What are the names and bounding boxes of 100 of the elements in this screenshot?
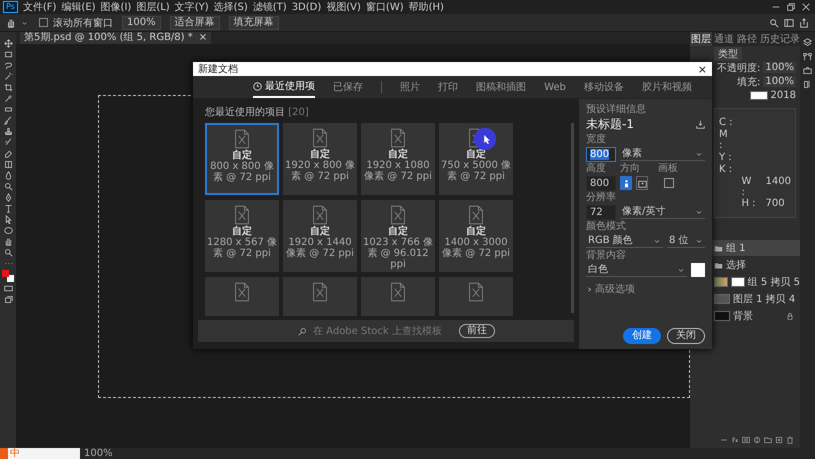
height-field[interactable]: 800 bbox=[586, 176, 616, 190]
search-icon[interactable] bbox=[769, 18, 779, 28]
stamp-icon[interactable] bbox=[4, 127, 12, 136]
menu-item[interactable]: 窗口(W) bbox=[366, 0, 404, 14]
arrow-select-icon[interactable] bbox=[4, 215, 12, 224]
fill-field[interactable]: 100% bbox=[763, 76, 796, 87]
crop-icon[interactable] bbox=[4, 83, 12, 92]
panel-tab[interactable]: 历史记录 bbox=[759, 32, 801, 46]
opacity-field[interactable]: 100% bbox=[763, 62, 796, 73]
search-field[interactable]: 在 Adobe Stock 上查找模板 bbox=[311, 324, 445, 338]
menu-item[interactable]: 滤镜(T) bbox=[252, 0, 287, 14]
menu-item[interactable]: 视图(V) bbox=[326, 0, 361, 14]
preset-card[interactable]: 自定 1920 x 1080 像素 @ 72 ppi bbox=[361, 123, 435, 195]
history-brush-icon[interactable] bbox=[4, 138, 12, 147]
artboard-checkbox[interactable] bbox=[664, 178, 674, 188]
category-tab[interactable]: Web bbox=[544, 76, 566, 98]
go-button[interactable]: 前往 bbox=[459, 324, 495, 338]
menu-item[interactable]: 图层(L) bbox=[136, 0, 170, 14]
app-logo[interactable]: Ps bbox=[3, 1, 18, 13]
preset-card[interactable]: 自定 1920 x 1440 像素 @ 72 ppi bbox=[283, 200, 357, 272]
category-tab[interactable]: 胶片和视频 bbox=[642, 76, 692, 98]
unit-dropdown[interactable]: 像素/英寸 bbox=[620, 205, 705, 219]
create-button[interactable]: 创建 bbox=[623, 328, 661, 344]
category-tab[interactable]: 移动设备 bbox=[584, 76, 624, 98]
category-tab[interactable]: 打印 bbox=[438, 76, 458, 98]
preset-card[interactable]: 自定 1920 x 800 像素 @ 72 ppi bbox=[283, 123, 357, 195]
document-name[interactable]: 未标题-1 bbox=[586, 116, 634, 133]
option-button[interactable]: 适合屏幕 bbox=[170, 16, 220, 30]
path-nodes-icon[interactable] bbox=[803, 52, 812, 61]
eyedropper-icon[interactable] bbox=[4, 94, 12, 103]
background-swatch[interactable] bbox=[7, 275, 14, 282]
type-tool-icon[interactable] bbox=[4, 204, 12, 213]
preset-card[interactable]: 自定 1023 x 766 像素 @ 96.012 ppi bbox=[361, 200, 435, 272]
info-value: 1400 bbox=[766, 176, 791, 189]
zoom-icon[interactable] bbox=[4, 248, 12, 257]
eraser-icon[interactable] bbox=[4, 149, 12, 158]
background-dropdown[interactable]: 白色 bbox=[586, 263, 687, 277]
panel-tab[interactable]: 路径 bbox=[736, 32, 758, 46]
screen-mode-icon[interactable] bbox=[4, 295, 12, 304]
menu-item[interactable]: 帮助(H) bbox=[408, 0, 444, 14]
move-icon[interactable] bbox=[4, 39, 12, 48]
layer-name[interactable]: 2018 bbox=[770, 90, 796, 101]
color-swatch[interactable] bbox=[691, 263, 705, 277]
resolution-field[interactable]: 72 bbox=[586, 204, 616, 220]
save-preset-icon[interactable] bbox=[696, 120, 705, 129]
layer-thumbnail bbox=[714, 294, 730, 304]
workspace-icon[interactable] bbox=[784, 18, 794, 28]
folder-icon[interactable] bbox=[764, 436, 772, 444]
drop-icon[interactable] bbox=[4, 171, 12, 180]
marquee-icon[interactable] bbox=[4, 50, 12, 59]
pen-icon[interactable] bbox=[4, 193, 12, 202]
portrait-button[interactable] bbox=[620, 176, 632, 190]
checkbox[interactable] bbox=[39, 18, 48, 27]
field-label: 颜色模式 bbox=[586, 221, 627, 232]
new-layer-icon[interactable] bbox=[775, 436, 783, 444]
preset-card[interactable]: 自定 800 x 800 像素 @ 72 ppi bbox=[205, 123, 279, 195]
menu-item[interactable]: 选择(S) bbox=[214, 0, 248, 14]
preset-card[interactable]: 自定 750 x 5000 像素 @ 72 ppi bbox=[439, 123, 513, 195]
document-icon bbox=[390, 205, 406, 225]
foreground-swatch[interactable] bbox=[2, 270, 9, 277]
section-heading: 您最近使用的项目 bbox=[205, 107, 285, 118]
menu-item[interactable]: 3D(D) bbox=[292, 2, 322, 12]
landscape-button[interactable] bbox=[636, 176, 648, 190]
close-button[interactable]: × bbox=[698, 62, 707, 76]
color-mode-dropdown[interactable]: RGB 颜色 bbox=[586, 234, 663, 248]
option-button[interactable]: 填充屏幕 bbox=[228, 16, 279, 30]
fx-icon[interactable] bbox=[731, 436, 739, 444]
preset-card[interactable]: 自定 1400 x 3000 像素 @ 72 ppi bbox=[439, 200, 513, 272]
adjustment-icon[interactable] bbox=[753, 436, 761, 444]
menu-item[interactable]: 文件(F) bbox=[22, 0, 56, 14]
field-label: 分辨率 bbox=[586, 192, 617, 203]
wand-icon[interactable] bbox=[4, 72, 12, 81]
layers-stack-icon[interactable] bbox=[803, 38, 812, 47]
share-icon[interactable] bbox=[799, 18, 809, 28]
hand-icon[interactable] bbox=[4, 237, 12, 246]
menu-item[interactable]: 图像(I) bbox=[100, 0, 132, 14]
hand-icon[interactable] bbox=[6, 18, 16, 28]
gradient-icon[interactable] bbox=[4, 160, 12, 169]
lasso-icon[interactable] bbox=[4, 61, 12, 70]
category-tab[interactable]: 照片 bbox=[400, 76, 420, 98]
unit-dropdown[interactable]: 像素 bbox=[620, 147, 705, 161]
menu-item[interactable]: 编辑(E) bbox=[61, 0, 96, 14]
brush-icon[interactable] bbox=[4, 116, 12, 125]
category-tab[interactable]: 已保存 bbox=[333, 76, 364, 98]
close-icon[interactable] bbox=[801, 2, 811, 12]
mask-icon[interactable] bbox=[742, 436, 750, 444]
panel-tab[interactable]: 图层 bbox=[690, 32, 712, 46]
panel-tab[interactable]: 通道 bbox=[713, 32, 735, 46]
quick-mask-icon[interactable] bbox=[4, 284, 12, 293]
menu-item[interactable]: 文字(Y) bbox=[174, 0, 209, 14]
trash-icon[interactable] bbox=[786, 436, 794, 444]
restore-icon[interactable] bbox=[786, 2, 796, 12]
bit-depth-dropdown[interactable]: 8 位 bbox=[667, 234, 705, 248]
document-tab[interactable]: 第5期.psd @ 100% (组 5, RGB/8) * × bbox=[20, 32, 212, 44]
filter-dropdown[interactable]: 类型 bbox=[714, 46, 742, 60]
close-button[interactable]: 关闭 bbox=[667, 328, 705, 344]
category-tab[interactable]: 图稿和插图 bbox=[476, 76, 526, 98]
width-field[interactable]: 800 bbox=[586, 146, 616, 162]
zoom-field[interactable]: 100% bbox=[122, 16, 161, 30]
preset-card[interactable]: 自定 1280 x 567 像素 @ 72 ppi bbox=[205, 200, 279, 272]
